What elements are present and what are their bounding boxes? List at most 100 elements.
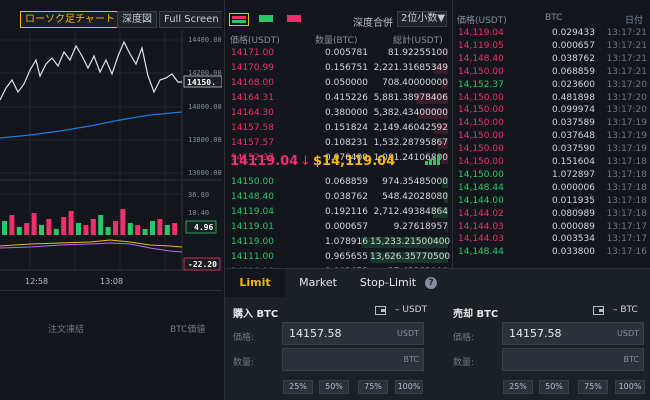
precision-select-value: 2位小数 <box>401 13 438 24</box>
trade-price: 14,150.00 <box>458 144 504 155</box>
wallet-icon <box>593 305 604 318</box>
buy-pct-75-button[interactable]: 75% <box>358 380 388 394</box>
sell-price-unit: USDT <box>617 329 639 338</box>
volume-bar <box>90 219 96 235</box>
ask-row[interactable]: 14170.99 0.156751 2,221.31685349 <box>225 63 449 74</box>
buy-pct-50-button[interactable]: 50% <box>319 380 349 394</box>
orderbook-bids-view-icon[interactable] <box>257 13 277 26</box>
trade-qty: 0.029433 <box>552 28 595 38</box>
ask-row[interactable]: 14171.00 0.005781 81.92255100 <box>225 48 449 59</box>
bid-row[interactable]: 14119.00 1.078916 15,233.21500400 <box>225 237 451 248</box>
orderbook-asks-view-icon[interactable] <box>285 13 305 26</box>
ask-qty: 0.156751 <box>325 63 368 73</box>
buy-price-label: 価格: <box>233 333 255 343</box>
time-label: 13:08 <box>100 277 123 286</box>
buy-wallet-balance: – USDT <box>395 305 428 315</box>
volume-bar <box>83 225 89 235</box>
trade-row: 14,150.00 1.072897 13:17:18 <box>453 170 650 181</box>
sell-pct-25-button[interactable]: 25% <box>503 380 533 394</box>
volume-bar <box>142 229 148 235</box>
bid-price: 14111.00 <box>231 252 274 262</box>
tab-market[interactable]: Market <box>285 269 351 297</box>
ask-row[interactable]: 14164.31 0.415226 5,881.38978406 <box>225 93 449 104</box>
sell-title: 売却 BTC <box>453 309 499 320</box>
sell-pct-75-button[interactable]: 75% <box>578 380 608 394</box>
sell-wallet-balance: – BTC <box>613 305 638 315</box>
buy-pct-100-button[interactable]: 100% <box>395 380 423 394</box>
volume-bar <box>61 217 67 235</box>
last-price: 14119.04 <box>230 154 299 169</box>
ask-total: 5,382.43400000 <box>373 108 448 118</box>
help-icon[interactable]: ? <box>425 277 437 289</box>
trade-price: 14,148.44 <box>458 182 504 193</box>
bid-row[interactable]: 14148.40 0.038762 548.42028080 <box>225 192 449 203</box>
bid-total: 9.27618957 <box>393 222 448 232</box>
depth-chart-button[interactable]: 深度図 <box>117 11 157 28</box>
ask-row[interactable]: 14164.30 0.380000 5,382.43400000 <box>225 108 449 119</box>
price-chart[interactable]: 14400.00 14200.00 14000.00 13800.00 1360… <box>0 30 222 290</box>
trade-row: 14,119.05 0.000657 13:17:21 <box>453 41 650 52</box>
trade-time: 13:17:19 <box>606 144 647 155</box>
ask-qty: 0.151824 <box>325 123 368 133</box>
trade-time: 13:17:21 <box>606 53 647 64</box>
fullscreen-button[interactable]: Full Screen <box>159 11 222 28</box>
bid-row[interactable]: 14119.01 0.000657 9.27618957 <box>225 222 449 233</box>
trade-price: 14,119.05 <box>458 40 504 51</box>
bid-qty: 0.192116 <box>325 207 368 217</box>
chart-panel: ローソク足チャート 深度図 Full Screen 14400.00 14200… <box>0 0 222 290</box>
bid-row[interactable]: 14150.00 0.068859 974.35485000 <box>225 177 449 188</box>
trade-time: 13:17:18 <box>606 208 647 219</box>
volume-bar <box>172 223 178 235</box>
buy-pct-25-button[interactable]: 25% <box>283 380 313 394</box>
sell-pct-50-button[interactable]: 50% <box>539 380 569 394</box>
trade-time: 13:17:18 <box>606 195 647 206</box>
sell-amount-unit: BTC <box>623 355 640 364</box>
bid-total: 15,233.21500400 <box>370 237 451 247</box>
ask-row[interactable]: 14157.57 0.108231 1,532.28795867 <box>225 138 449 149</box>
orderbook-both-view-icon[interactable] <box>229 13 249 26</box>
trade-row: 14,148.44 0.000006 13:17:18 <box>453 183 650 194</box>
trade-price: 14,150.00 <box>458 92 504 103</box>
last-price-usd: $14,119.04 <box>313 154 396 169</box>
bid-price: 14119.01 <box>231 222 274 232</box>
tab-stop-limit[interactable]: Stop-Limit <box>351 269 425 297</box>
ask-row[interactable]: 14168.00 0.050000 708.40000000 <box>225 78 449 89</box>
sell-price-input[interactable]: 14157.58 USDT <box>502 322 644 345</box>
trade-row: 14,148.40 0.038762 13:17:21 <box>453 54 650 65</box>
trade-price: 14,150.00 <box>458 169 504 180</box>
ask-price: 14157.58 <box>231 123 274 133</box>
volume-bar <box>2 221 7 235</box>
ask-total: 81.92255100 <box>387 48 448 58</box>
buy-price-input[interactable]: 14157.58 USDT <box>282 322 424 345</box>
precision-select[interactable]: 2位小数▼ <box>397 11 447 27</box>
trade-price: 14,144.02 <box>458 208 504 219</box>
bid-total: 974.35485000 <box>382 177 448 187</box>
buy-amount-input[interactable]: BTC <box>282 348 424 371</box>
volume-bar <box>9 215 15 235</box>
volume-bar <box>105 227 111 235</box>
trade-qty: 0.151604 <box>552 157 595 167</box>
bid-total: 548.42028080 <box>382 192 448 202</box>
trade-row: 14,150.00 0.037648 13:17:19 <box>453 131 650 142</box>
bid-qty: 0.965655 <box>325 252 368 262</box>
trade-time: 13:17:16 <box>606 247 647 258</box>
ask-row[interactable]: 14157.58 0.151824 2,149.46042592 <box>225 123 449 134</box>
column-header-qty: BTC <box>545 13 563 23</box>
sell-amount-input[interactable]: BTC <box>502 348 644 371</box>
candlestick-chart-button[interactable]: ローソク足チャート <box>20 11 120 28</box>
volume-bar <box>150 221 155 235</box>
bid-row[interactable]: 14119.04 0.192116 2,712.49384864 <box>225 207 449 218</box>
bid-row[interactable]: 14111.00 0.965655 13,626.35770500 <box>225 252 450 263</box>
volume-bar <box>120 209 126 235</box>
volume-axis-label: 18.40 <box>188 209 209 217</box>
sell-pct-100-button[interactable]: 100% <box>615 380 645 394</box>
trade-price: 14,150.00 <box>458 66 504 77</box>
trade-qty: 0.068859 <box>552 66 595 77</box>
trade-qty: 0.000006 <box>552 182 595 193</box>
trade-price: 14,150.00 <box>458 157 504 167</box>
tab-limit[interactable]: Limit <box>225 269 285 297</box>
column-header-btc-value: BTC価値 <box>170 325 206 335</box>
ask-qty: 0.005781 <box>325 48 368 58</box>
trade-row: 14,144.02 0.080989 13:17:18 <box>453 209 650 220</box>
buy-price-unit: USDT <box>397 329 419 338</box>
